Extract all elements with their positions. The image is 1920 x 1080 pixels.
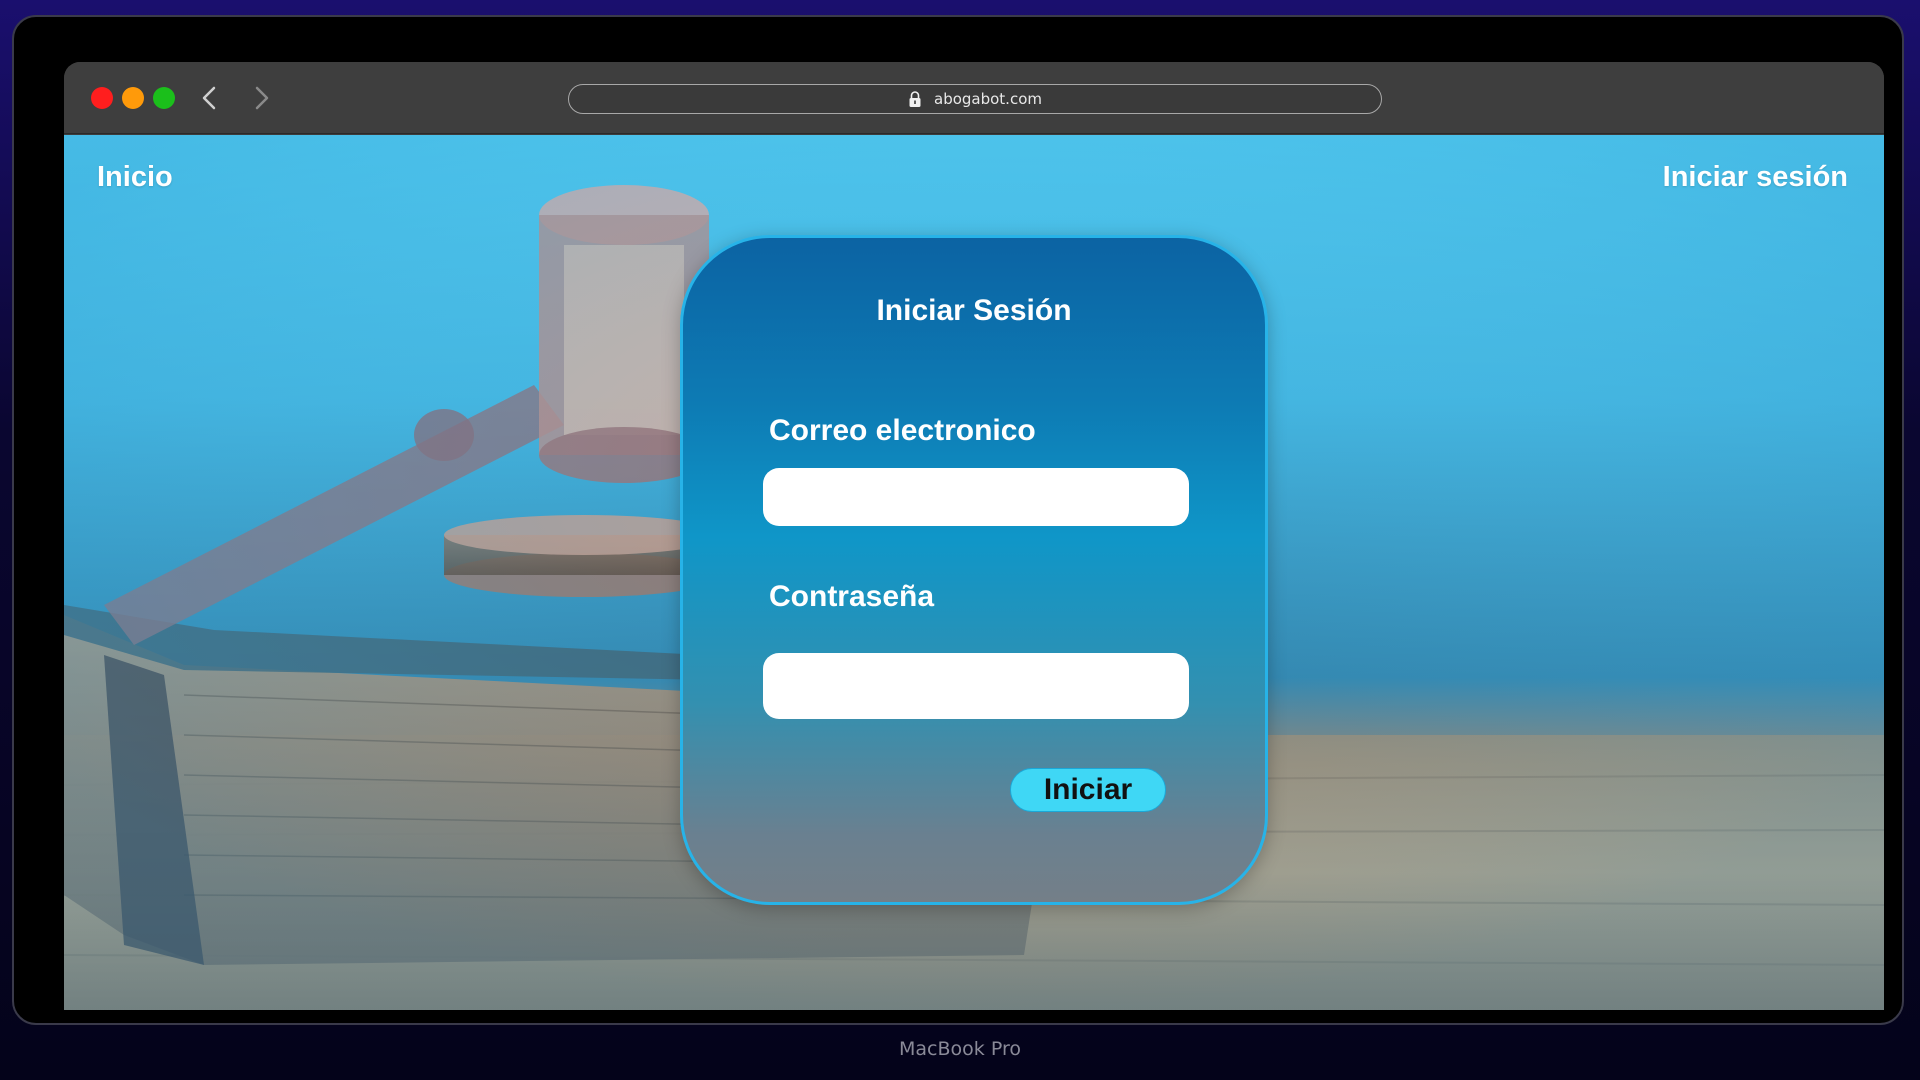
close-window-button[interactable] bbox=[91, 87, 113, 109]
minimize-window-button[interactable] bbox=[122, 87, 144, 109]
login-card: Iniciar Sesión Correo electronico Contra… bbox=[680, 235, 1268, 905]
email-label: Correo electronico bbox=[769, 414, 1036, 447]
browser-toolbar: abogabot.com bbox=[64, 62, 1884, 134]
login-link[interactable]: Iniciar sesión bbox=[1663, 161, 1848, 194]
chevron-right-icon bbox=[255, 86, 269, 110]
address-bar[interactable]: abogabot.com bbox=[568, 84, 1382, 114]
lock-icon bbox=[909, 91, 921, 107]
password-field[interactable] bbox=[763, 653, 1189, 719]
device-label: MacBook Pro bbox=[899, 1038, 1021, 1060]
laptop-bezel: abogabot.com Inicio Iniciar sesión Inici… bbox=[12, 15, 1904, 1025]
browser-window: abogabot.com Inicio Iniciar sesión Inici… bbox=[64, 62, 1884, 1010]
login-title: Iniciar Sesión bbox=[876, 294, 1072, 327]
password-label: Contraseña bbox=[769, 580, 935, 613]
maximize-window-button[interactable] bbox=[153, 87, 175, 109]
chevron-left-icon bbox=[202, 86, 216, 110]
web-page: Inicio Iniciar sesión Iniciar Sesión Cor… bbox=[64, 135, 1884, 1010]
home-link[interactable]: Inicio bbox=[97, 161, 173, 194]
login-submit-button[interactable]: Iniciar bbox=[1010, 768, 1166, 812]
forward-button[interactable] bbox=[247, 76, 277, 120]
url-text: abogabot.com bbox=[934, 90, 1042, 108]
back-button[interactable] bbox=[194, 76, 224, 120]
email-field[interactable] bbox=[763, 468, 1189, 526]
